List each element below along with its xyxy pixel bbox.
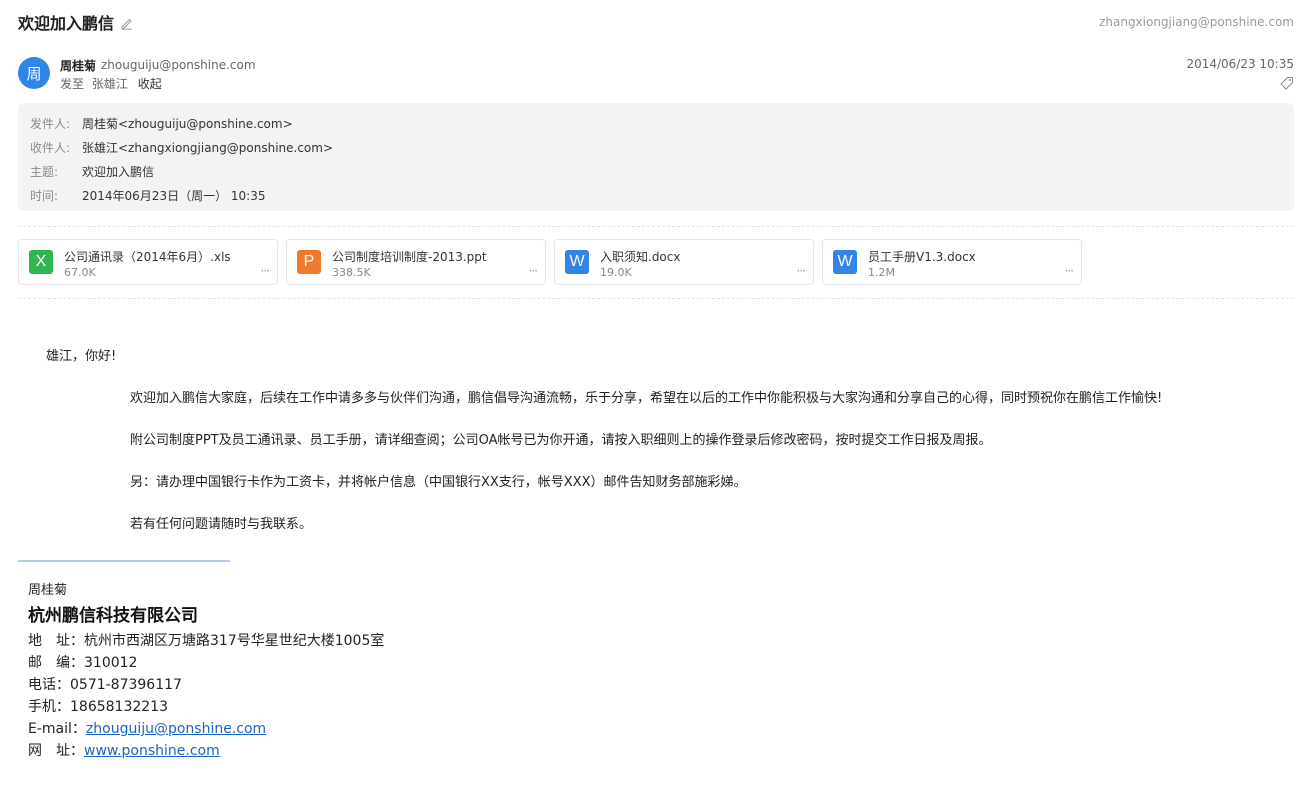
attachment-item[interactable]: X 公司通讯录（2014年6月）.xls 67.0K ··· [18, 239, 278, 285]
attachment-size: 19.0K [600, 266, 632, 279]
signature-phone: 电话：0571-87396117 [28, 677, 182, 693]
body-paragraph: 附公司制度PPT及员工通讯录、员工手册，请详细查阅；公司OA帐号已为你开通，请按… [130, 433, 992, 448]
detail-label: 主题: [30, 165, 59, 179]
signature-web-label: 网 址： [28, 743, 84, 759]
signature-name: 周桂菊 [28, 583, 68, 598]
body-paragraph: 若有任何问题请随时与我联系。 [130, 517, 313, 532]
attachment-name: 入职须知.docx [600, 250, 681, 264]
word-file-icon: W [833, 250, 857, 274]
sendto-line: 发至 张雄江 收起 [60, 75, 162, 92]
signature-mobile: 手机：18658132213 [28, 699, 168, 715]
attachment-name: 公司通讯录（2014年6月）.xls [64, 250, 231, 264]
attachment-name: 公司制度培训制度-2013.ppt [332, 250, 487, 264]
word-file-icon: W [565, 250, 589, 274]
more-icon[interactable]: ··· [261, 264, 271, 278]
detail-label: 发件人: [30, 117, 71, 131]
detail-subject: 主题: 欢迎加入鹏信 [30, 163, 154, 180]
attachment-size: 1.2M [868, 266, 895, 279]
sender-row: 周 周桂菊 zhouguiju@ponshine.com 发至 张雄江 收起 2… [18, 56, 1294, 92]
signature-address: 地 址：杭州市西湖区万塘路317号华星世纪大楼1005室 [28, 633, 385, 649]
attachment-size: 338.5K [332, 266, 371, 279]
tag-icon[interactable] [1280, 75, 1294, 90]
signature-email-label: E-mail： [28, 721, 86, 737]
avatar[interactable]: 周 [18, 57, 50, 89]
detail-label: 收件人: [30, 141, 71, 155]
body-paragraph: 欢迎加入鹏信大家庭，后续在工作中请多多与伙伴们沟通，鹏信倡导沟通流畅，乐于分享，… [130, 391, 1163, 406]
sendto-label: 发至 [60, 77, 85, 91]
detail-label: 时间: [30, 189, 59, 203]
detail-value[interactable]: 张雄江<zhangxiongjiang@ponshine.com> [82, 139, 333, 156]
email-date: 2014/06/23 10:35 [1186, 57, 1294, 71]
signature-email-line: E-mail：zhouguiju@ponshine.com [28, 718, 266, 738]
more-icon[interactable]: ··· [797, 264, 807, 278]
subject-row: 欢迎加入鹏信 [18, 10, 134, 34]
email-detail-card: 发件人: 周桂菊<zhouguiju@ponshine.com> 收件人: 张雄… [18, 103, 1294, 211]
more-icon[interactable]: ··· [529, 264, 539, 278]
current-account: zhangxiongjiang@ponshine.com [1099, 15, 1294, 29]
attachment-name: 员工手册V1.3.docx [868, 250, 976, 264]
detail-time: 时间: 2014年06月23日（周一） 10:35 [30, 187, 265, 204]
body-paragraph: 另：请办理中国银行卡作为工资卡，并将帐户信息（中国银行XX支行，帐号XXX）邮件… [130, 475, 747, 490]
signature-web-link[interactable]: www.ponshine.com [84, 743, 220, 759]
edit-icon[interactable] [120, 15, 134, 30]
signature-divider [18, 560, 230, 562]
attachment-item[interactable]: W 入职须知.docx 19.0K ··· [554, 239, 814, 285]
signature-email-link[interactable]: zhouguiju@ponshine.com [86, 721, 266, 737]
signature-postcode: 邮 编：310012 [28, 655, 138, 671]
detail-value: 欢迎加入鹏信 [82, 165, 155, 179]
more-icon[interactable]: ··· [1065, 264, 1075, 278]
powerpoint-file-icon: P [297, 250, 321, 274]
signature-web-line: 网 址：www.ponshine.com [28, 740, 220, 760]
signature-company: 杭州鹏信科技有限公司 [28, 606, 198, 626]
attachment-item[interactable]: P 公司制度培训制度-2013.ppt 338.5K ··· [286, 239, 546, 285]
divider [18, 298, 1294, 299]
excel-file-icon: X [29, 250, 53, 274]
body-greeting: 雄江，你好! [46, 349, 117, 364]
divider [18, 226, 1294, 227]
attachment-item[interactable]: W 员工手册V1.3.docx 1.2M ··· [822, 239, 1082, 285]
email-reader: 欢迎加入鹏信 zhangxiongjiang@ponshine.com 周 周桂… [0, 0, 1310, 787]
detail-from: 发件人: 周桂菊<zhouguiju@ponshine.com> [30, 115, 293, 132]
detail-value: 2014年06月23日（周一） 10:35 [82, 189, 266, 203]
recipient-name[interactable]: 张雄江 [92, 77, 128, 91]
email-subject-title: 欢迎加入鹏信 [18, 14, 115, 33]
detail-to: 收件人: 张雄江<zhangxiongjiang@ponshine.com> [30, 139, 333, 156]
collapse-link[interactable]: 收起 [138, 77, 162, 91]
sender-email: zhouguiju@ponshine.com [101, 58, 256, 72]
sender-name[interactable]: 周桂菊 [60, 57, 96, 74]
detail-value[interactable]: 周桂菊<zhouguiju@ponshine.com> [82, 115, 293, 132]
attachment-size: 67.0K [64, 266, 96, 279]
